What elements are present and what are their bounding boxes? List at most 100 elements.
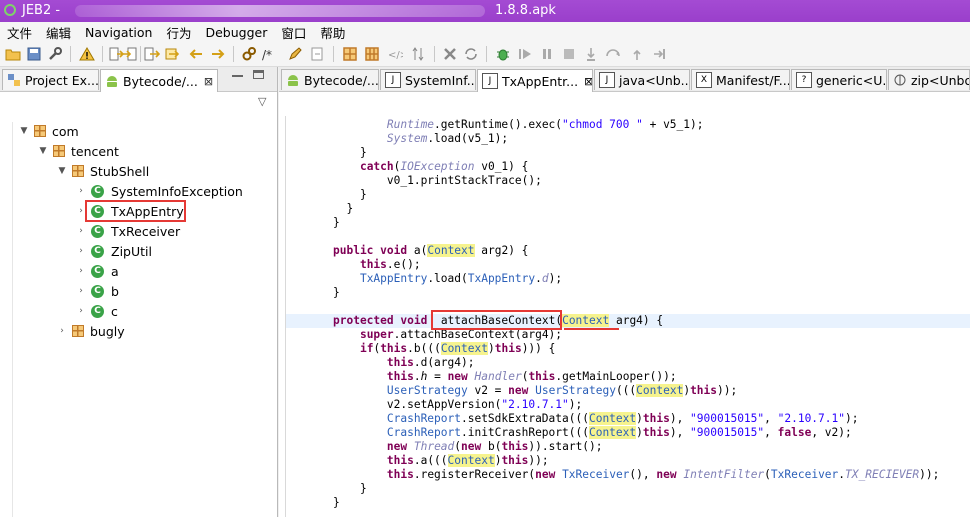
code-line: this.h = new Handler(this.getMainLooper(… bbox=[386, 370, 677, 383]
close-tab-icon[interactable]: ⊠ bbox=[584, 75, 592, 88]
android-icon bbox=[107, 76, 117, 87]
tree-node-c[interactable]: › C c bbox=[76, 302, 118, 320]
expanded-arrow-icon[interactable]: ▼ bbox=[38, 146, 48, 156]
nav-forward-icon[interactable] bbox=[210, 46, 226, 62]
expanded-arrow-icon[interactable]: ▼ bbox=[57, 166, 67, 176]
delete-x-icon[interactable] bbox=[442, 46, 458, 62]
collapsed-arrow-icon[interactable]: › bbox=[76, 246, 86, 256]
jeb-app-icon bbox=[4, 4, 16, 16]
gears-icon[interactable] bbox=[241, 46, 257, 62]
step-into-icon[interactable] bbox=[583, 46, 599, 62]
collapsed-arrow-icon[interactable]: › bbox=[76, 306, 86, 316]
import-icon[interactable] bbox=[122, 46, 138, 62]
tree-node-tencent[interactable]: ▼ tencent bbox=[38, 142, 119, 160]
class-icon: C bbox=[91, 304, 104, 318]
debug-bug-icon[interactable] bbox=[495, 46, 511, 62]
android-icon bbox=[288, 75, 298, 86]
editor-tab-bytecode[interactable]: Bytecode/... bbox=[281, 69, 379, 90]
package-icon bbox=[72, 165, 84, 177]
tab-project-explorer[interactable]: Project Ex... bbox=[2, 69, 99, 90]
main-toolbar: /* </> bbox=[0, 42, 970, 67]
step-out-icon[interactable] bbox=[629, 46, 645, 62]
close-tab-icon[interactable]: ⊠ bbox=[204, 75, 213, 88]
tree-node-label: SystemInfoException bbox=[111, 183, 243, 199]
editor-tab-manifest[interactable]: X Manifest/F... bbox=[691, 69, 790, 90]
tree-node-a[interactable]: › C a bbox=[76, 262, 118, 280]
collapsed-arrow-icon[interactable]: › bbox=[57, 326, 67, 336]
save-icon[interactable] bbox=[26, 46, 42, 62]
class-icon: C bbox=[91, 244, 104, 258]
class-icon: C bbox=[91, 264, 104, 278]
editor-tab-label: zip<Unbo bbox=[911, 72, 970, 88]
nav-back-icon[interactable] bbox=[188, 46, 204, 62]
editor-tab-zip[interactable]: zip<Unbo bbox=[888, 69, 970, 90]
packages-icon[interactable] bbox=[364, 46, 380, 62]
tab-bytecode-hierarchy[interactable]: Bytecode/... ⊠ bbox=[100, 69, 218, 92]
refresh-icon[interactable] bbox=[463, 46, 479, 62]
menu-help[interactable]: 帮助 bbox=[313, 23, 352, 42]
resume-icon[interactable] bbox=[517, 46, 533, 62]
step-over-icon[interactable] bbox=[605, 46, 621, 62]
view-menu-icon[interactable]: ▽ bbox=[258, 95, 266, 108]
run-to-line-icon[interactable] bbox=[651, 46, 667, 62]
open-folder-icon[interactable] bbox=[5, 46, 21, 62]
tree-node-ziputil[interactable]: › C ZipUtil bbox=[76, 242, 152, 260]
editor-tab-java-unb[interactable]: J java<Unb... bbox=[594, 69, 690, 90]
editor-tab-txappentry[interactable]: J TxAppEntr... ⊠ bbox=[477, 69, 593, 92]
code-toggle-icon[interactable]: </> bbox=[387, 46, 403, 62]
svg-text:/*: /* bbox=[262, 48, 272, 62]
menu-edit[interactable]: 编辑 bbox=[39, 23, 78, 42]
comment-icon[interactable]: /* bbox=[262, 46, 278, 62]
expanded-arrow-icon[interactable]: ▼ bbox=[19, 126, 29, 136]
minimize-icon[interactable] bbox=[232, 75, 243, 77]
code-line: } bbox=[359, 146, 367, 159]
maximize-icon[interactable] bbox=[253, 70, 264, 79]
redacted-title-area bbox=[75, 5, 485, 17]
warning-icon[interactable] bbox=[79, 46, 95, 62]
stop-icon[interactable] bbox=[561, 46, 577, 62]
selection-highlight-box bbox=[85, 200, 186, 222]
tree-node-label: TxReceiver bbox=[111, 223, 181, 239]
rename-pencil-icon[interactable] bbox=[287, 46, 303, 62]
code-line: public void a(Context arg2) { bbox=[333, 244, 529, 257]
tree-node-b[interactable]: › C b bbox=[76, 282, 119, 300]
menu-debugger[interactable]: Debugger bbox=[198, 25, 274, 40]
pause-icon[interactable] bbox=[539, 46, 555, 62]
toolbar-separator bbox=[140, 46, 141, 62]
vertical-arrows-icon[interactable] bbox=[410, 46, 426, 62]
collapsed-arrow-icon[interactable]: › bbox=[76, 286, 86, 296]
collapsed-arrow-icon[interactable]: › bbox=[76, 226, 86, 236]
editor-tab-systeminf[interactable]: J SystemInf... bbox=[380, 69, 476, 90]
code-editor[interactable]: Runtime.getRuntime().exec("chmod 700 " +… bbox=[285, 116, 970, 517]
export-icon[interactable] bbox=[144, 46, 160, 62]
project-explorer-icon bbox=[8, 74, 20, 86]
menu-file[interactable]: 文件 bbox=[0, 23, 39, 42]
wrench-icon[interactable] bbox=[47, 46, 63, 62]
tree-node-systeminfoexception[interactable]: › C SystemInfoException bbox=[76, 182, 243, 200]
code-line: this.registerReceiver(new TxReceiver(), … bbox=[386, 468, 940, 481]
package-icon bbox=[34, 125, 46, 137]
tree-node-stubshell[interactable]: ▼ StubShell bbox=[57, 162, 150, 180]
tree-node-txreceiver[interactable]: › C TxReceiver bbox=[76, 222, 180, 240]
tab-project-explorer-label: Project Ex... bbox=[25, 72, 99, 88]
code-line: } bbox=[359, 188, 367, 201]
editor-tab-generic[interactable]: ? generic<U... bbox=[791, 69, 887, 90]
menu-window[interactable]: 窗口 bbox=[274, 23, 313, 42]
toolbar-separator bbox=[486, 46, 487, 62]
menu-action[interactable]: 行为 bbox=[159, 23, 198, 42]
code-line: } bbox=[333, 286, 340, 299]
zip-file-icon bbox=[894, 74, 906, 86]
export-all-icon[interactable] bbox=[164, 46, 180, 62]
collapsed-arrow-icon[interactable]: › bbox=[76, 266, 86, 276]
collapsed-arrow-icon[interactable]: › bbox=[76, 186, 86, 196]
package-icon[interactable] bbox=[342, 46, 358, 62]
menu-navigation[interactable]: Navigation bbox=[78, 25, 159, 40]
tree-node-com[interactable]: ▼ com bbox=[19, 122, 79, 140]
code-line: super.attachBaseContext(arg4); bbox=[359, 328, 563, 341]
page-ref-icon[interactable] bbox=[309, 46, 325, 62]
code-line: v2.setAppVersion("2.10.7.1"); bbox=[386, 398, 583, 411]
java-file-icon: J bbox=[599, 72, 615, 88]
code-line: UserStrategy v2 = new UserStrategy(((Con… bbox=[386, 384, 738, 397]
tree-node-bugly[interactable]: › bugly bbox=[57, 322, 125, 340]
tree-node-label: bugly bbox=[90, 323, 125, 339]
